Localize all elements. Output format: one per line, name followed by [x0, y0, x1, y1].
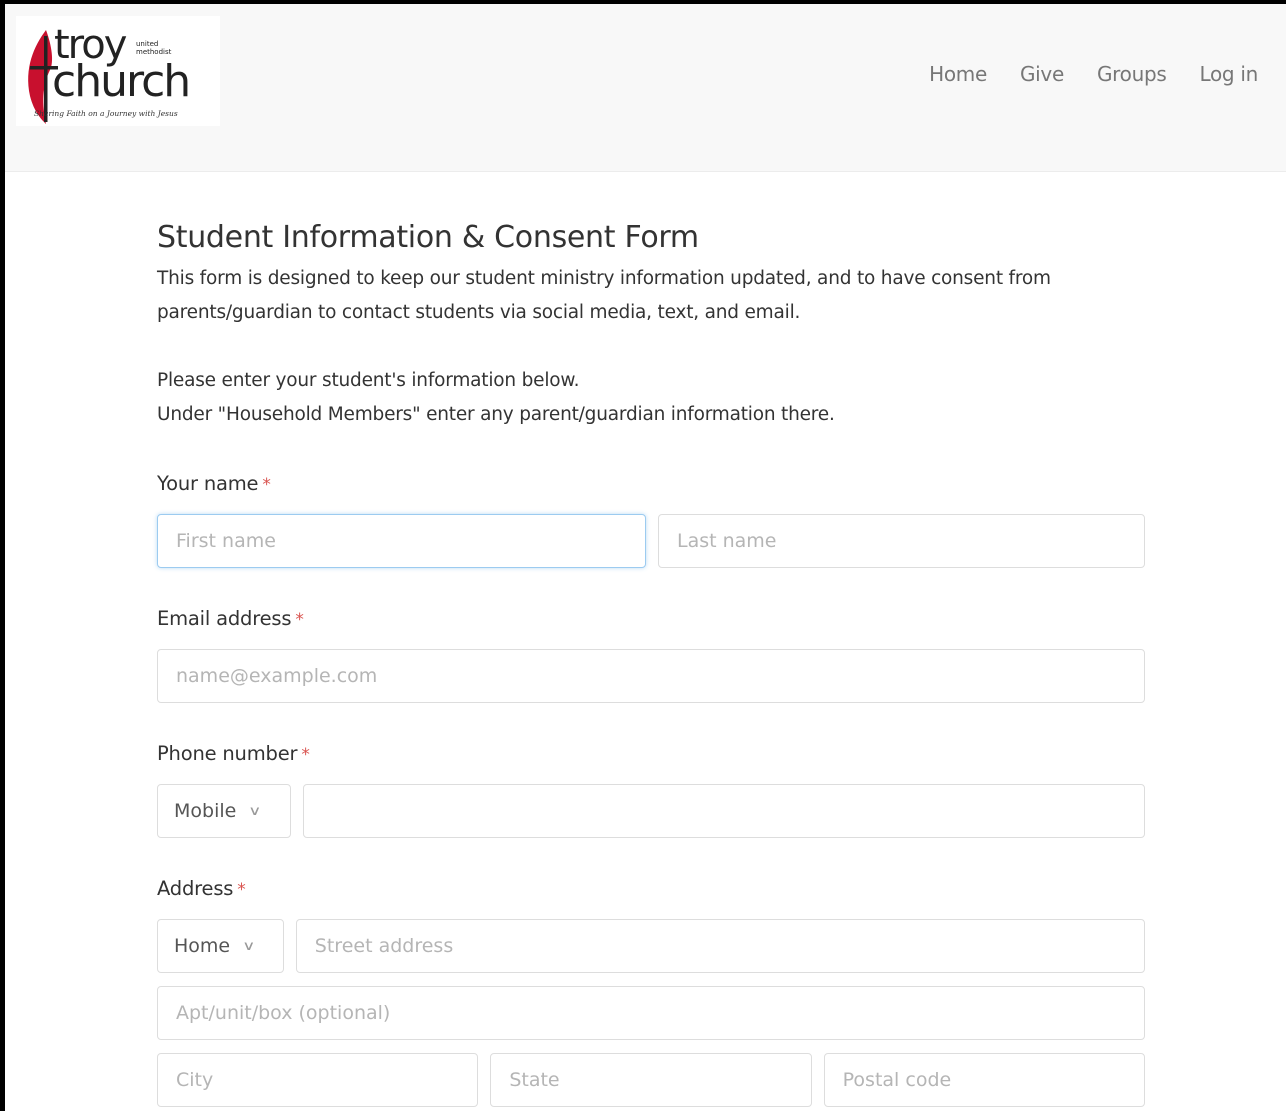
state-input[interactable] [490, 1053, 812, 1107]
form-container: Student Information & Consent Form This … [157, 214, 1145, 1107]
apt-input[interactable] [157, 986, 1145, 1040]
address-type-value: Home [174, 935, 231, 957]
address-label: Address * [157, 875, 1145, 904]
form-intro: This form is designed to keep our studen… [157, 268, 1051, 323]
logo-tagline: Sharing Faith on a Journey with Jesus [34, 109, 178, 118]
required-marker: * [237, 880, 246, 900]
postal-code-input[interactable] [823, 1053, 1145, 1107]
address-type-select[interactable]: Home ∨ [157, 919, 284, 973]
nav-login[interactable]: Log in [1199, 62, 1258, 86]
phone-input[interactable] [302, 784, 1145, 838]
last-name-input[interactable] [658, 514, 1145, 568]
svg-text:methodist: methodist [136, 48, 172, 56]
main-nav: Home Give Groups Log in [896, 62, 1258, 86]
first-name-input[interactable] [157, 514, 646, 568]
phone-label-text: Phone number [157, 742, 298, 765]
phone-label: Phone number * [157, 740, 1145, 769]
address-group: Address * Home ∨ [157, 875, 1145, 1107]
email-label-text: Email address [157, 607, 292, 630]
street-address-input[interactable] [295, 919, 1145, 973]
chevron-down-icon: ∨ [242, 938, 256, 954]
nav-give[interactable]: Give [1020, 62, 1064, 86]
logo-line1-small: united [136, 40, 158, 48]
phone-type-value: Mobile [174, 800, 237, 822]
phone-group: Phone number * Mobile ∨ [157, 740, 1145, 838]
required-marker: * [295, 610, 304, 630]
phone-type-select[interactable]: Mobile ∨ [157, 784, 291, 838]
form-instructions-2: Under "Household Members" enter any pare… [157, 404, 835, 425]
page-title: Student Information & Consent Form [157, 220, 699, 255]
city-input[interactable] [157, 1053, 479, 1107]
required-marker: * [301, 745, 310, 765]
address-label-text: Address [157, 877, 234, 900]
nav-groups[interactable]: Groups [1097, 62, 1167, 86]
logo-graphic: troy united methodist church Sharing Fai… [28, 22, 191, 124]
church-logo[interactable]: troy united methodist church Sharing Fai… [16, 16, 220, 126]
name-label: Your name * [157, 470, 1145, 499]
name-group: Your name * [157, 470, 1145, 568]
nav-home[interactable]: Home [929, 62, 987, 86]
name-label-text: Your name [157, 472, 259, 495]
email-input[interactable] [157, 649, 1145, 703]
email-group: Email address * [157, 605, 1145, 703]
email-label: Email address * [157, 605, 1145, 634]
chevron-down-icon: ∨ [248, 803, 262, 819]
navbar: troy united methodist church Sharing Fai… [5, 4, 1286, 172]
required-marker: * [262, 475, 271, 495]
logo-line2: church [52, 56, 189, 107]
form-instructions-1: Please enter your student's information … [157, 370, 580, 391]
page-frame: troy united methodist church Sharing Fai… [5, 4, 1286, 1111]
